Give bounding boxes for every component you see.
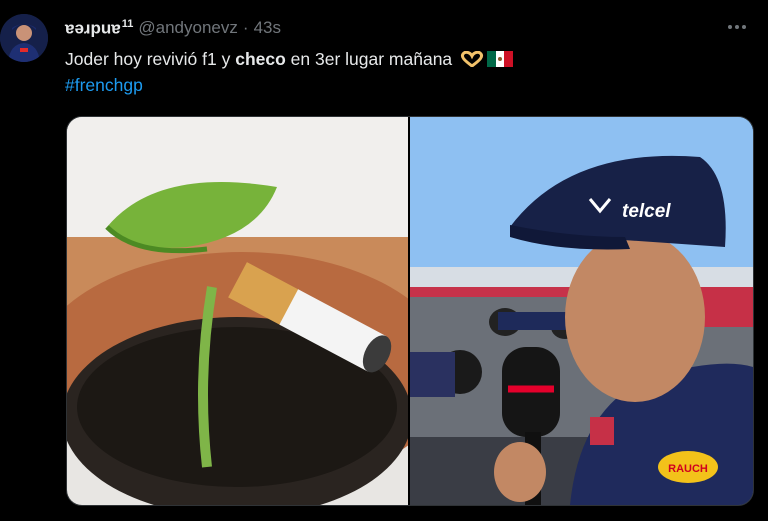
heart-hands-emoji-icon — [460, 51, 484, 67]
mexico-flag-icon — [487, 51, 514, 67]
tweet-header: ɐǝɹpuɐ11 @andyonevz · 43s — [65, 17, 748, 39]
separator-dot: · — [242, 18, 249, 37]
media-image-driver[interactable]: telcel RAUCH — [410, 117, 753, 505]
tweet-media[interactable]: telcel RAUCH — [66, 116, 754, 506]
user-handle[interactable]: @andyonevz — [138, 18, 238, 38]
tweet-text: Joder hoy revivió f1 y checo en 3er luga… — [65, 46, 514, 98]
display-name[interactable]: ɐǝɹpuɐ11 — [65, 18, 133, 39]
media-image-plant[interactable] — [67, 117, 408, 505]
avatar-image — [0, 14, 48, 62]
sponsor-badge-text: RAUCH — [668, 463, 708, 475]
cap-logo-text: telcel — [622, 201, 671, 222]
avatar[interactable] — [0, 14, 48, 62]
bold-word: checo — [235, 49, 286, 69]
timestamp[interactable]: 43s — [254, 18, 281, 38]
more-icon[interactable] — [726, 20, 748, 34]
hashtag-link[interactable]: #frenchgp — [65, 75, 143, 95]
tweet-line-1: Joder hoy revivió f1 y checo en 3er luga… — [65, 46, 514, 72]
name-badge: 11 — [121, 17, 134, 30]
